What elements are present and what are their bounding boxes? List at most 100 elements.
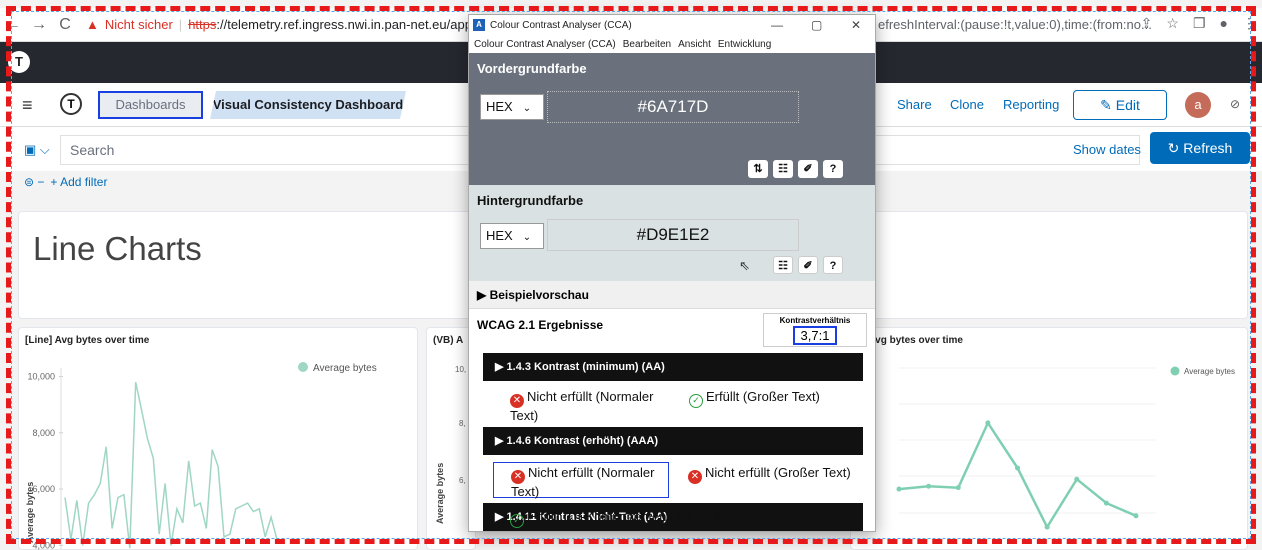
menu-dots-icon[interactable]: ⋮ — [1242, 15, 1256, 32]
bg-hex-input[interactable]: #D9E1E2 — [547, 219, 799, 251]
data-point — [985, 420, 991, 426]
url-tail[interactable]: efreshInterval:(pause:!t,value:0),time:(… — [878, 17, 1152, 32]
y-tick-label: 6,000 — [32, 484, 55, 494]
c1-large-result: ✓ Erfüllt (Großer Text) — [689, 389, 820, 408]
add-filter-label: + Add filter — [50, 175, 108, 189]
preview-toggle[interactable]: ▶ Beispielvorschau — [469, 281, 875, 309]
data-point — [1044, 524, 1050, 530]
warning-icon: ▲ — [86, 17, 99, 32]
edit-button[interactable]: ✎ Edit — [1073, 90, 1167, 120]
bg-eyedropper-icon[interactable]: ✐ — [798, 256, 818, 274]
data-point — [1103, 500, 1109, 506]
menu-app[interactable]: Colour Contrast Analyser (CCA) — [474, 39, 616, 50]
bg-format-select[interactable]: HEX ⌄ — [480, 223, 544, 249]
menu-ansicht[interactable]: Ansicht — [678, 39, 711, 50]
data-point — [1133, 513, 1139, 519]
cca-window: A Colour Contrast Analyser (CCA) — ▢ ✕ C… — [468, 14, 876, 532]
line-chart-panel-1[interactable]: [Line] Avg bytes over time 10,000 8,000 6,… — [18, 327, 418, 550]
c2-large-text: Nicht erfüllt (Großer Text) — [705, 465, 851, 480]
background-section: Hintergrundfarbe HEX ⌄ #D9E1E2 ☷ ✐ ? — [469, 185, 875, 281]
y-tick-label: 8,000 — [32, 428, 55, 438]
edit-label: Edit — [1115, 97, 1140, 113]
refresh-button[interactable]: ↻ Refresh — [1150, 132, 1250, 164]
fail-icon: ✕ — [688, 470, 702, 484]
criterion-1-4-3[interactable]: ▶ 1.4.3 Kontrast (minimum) (AA) — [483, 353, 863, 381]
share-link[interactable]: Share — [897, 97, 932, 112]
wcag-results: WCAG 2.1 Ergebnisse Kontrastverhältnis 3… — [469, 309, 875, 531]
legend-swatch — [298, 362, 308, 372]
c1-normal-text: Nicht erfüllt (Normaler Text) — [510, 389, 654, 423]
y-tick-label: 10,000 — [27, 371, 55, 381]
sidepanel-icon[interactable]: ❐ — [1193, 15, 1206, 32]
minimize-icon[interactable]: — — [771, 18, 783, 32]
forward-icon[interactable]: → — [26, 16, 52, 34]
kibana-logo-icon[interactable]: T — [8, 51, 30, 73]
fg-format-select[interactable]: HEX ⌄ — [480, 94, 544, 120]
contrast-ratio-label: Kontrastverhältnis — [779, 316, 851, 325]
c2-large-result: ✕ Nicht erfüllt (Großer Text) — [688, 465, 851, 484]
fg-format-value: HEX — [486, 99, 513, 114]
series-line-average-bytes — [64, 381, 278, 549]
chevron-down-icon: ⌄ — [522, 103, 532, 114]
help-icon[interactable]: ⊘ — [1230, 97, 1240, 111]
maximize-icon[interactable]: ▢ — [811, 18, 822, 32]
reload-icon[interactable]: C — [52, 16, 78, 34]
check-icon: ✓ — [510, 514, 524, 528]
hamburger-menu-icon[interactable]: ≡ — [22, 95, 33, 116]
share-page-icon[interactable]: ⇪ — [1141, 15, 1153, 32]
bookmark-star-icon[interactable]: ☆ — [1166, 15, 1179, 32]
bg-sliders-icon[interactable]: ☷ — [773, 256, 793, 274]
legend-label: Average bytes — [313, 363, 377, 374]
check-icon: ✓ — [689, 394, 703, 408]
refresh-label: Refresh — [1183, 140, 1233, 156]
c2-normal-text: Nicht erfüllt (Normaler Text) — [511, 465, 655, 499]
saved-query-icon[interactable]: ▣ ⌵ — [24, 142, 50, 158]
add-filter-link[interactable]: ⊜ − + Add filter — [24, 175, 107, 189]
menu-bearbeiten[interactable]: Bearbeiten — [623, 39, 671, 50]
swap-colors-icon[interactable]: ⇅ — [748, 160, 768, 178]
y-tick-label: 8, — [459, 419, 466, 428]
menu-entwicklung[interactable]: Entwicklung — [718, 39, 771, 50]
close-icon[interactable]: ✕ — [851, 18, 861, 32]
fg-sliders-icon[interactable]: ☷ — [773, 160, 793, 178]
url-separator: | — [178, 17, 183, 32]
mouse-cursor-icon: ⇖ — [739, 258, 750, 273]
data-point — [1074, 476, 1080, 482]
cca-menubar: Colour Contrast Analyser (CCA) Bearbeite… — [469, 35, 875, 53]
panel-title: (VB) A — [433, 335, 464, 346]
foreground-section: Vordergrundfarbe HEX ⌄ #6A717D ⇅ ☷ ✐ ? — [469, 53, 875, 185]
y-tick-label: 10, — [455, 365, 466, 374]
screenshot-stage: ← → C ▲ Nicht sicher | https ://telemetr… — [0, 0, 1262, 550]
bg-format-value: HEX — [486, 228, 513, 243]
profile-icon[interactable]: ● — [1220, 15, 1228, 32]
reporting-link[interactable]: Reporting — [1003, 97, 1059, 112]
foreground-title: Vordergrundfarbe — [477, 61, 587, 76]
fg-help-icon[interactable]: ? — [823, 160, 843, 178]
insecure-label[interactable]: Nicht sicher — [105, 17, 173, 32]
app-logo-icon[interactable]: T — [60, 93, 82, 115]
y-tick-label: 4,000 — [32, 540, 55, 550]
fg-eyedropper-icon[interactable]: ✐ — [798, 160, 818, 178]
cca-window-title: Colour Contrast Analyser (CCA) — [490, 19, 632, 31]
clone-link[interactable]: Clone — [950, 97, 984, 112]
url-scheme[interactable]: https — [188, 17, 216, 32]
data-point — [1015, 465, 1020, 471]
fail-icon: ✕ — [511, 470, 525, 484]
data-point — [896, 486, 902, 492]
bg-help-icon[interactable]: ? — [823, 256, 843, 274]
url-text[interactable]: ://telemetry.ref.ingress.nwi.in.pan-net.… — [216, 17, 472, 32]
cca-titlebar: A Colour Contrast Analyser (CCA) — ▢ ✕ — [469, 15, 875, 35]
panel-title: [Line] Avg bytes over time — [25, 335, 150, 346]
fg-hex-input[interactable]: #6A717D — [547, 91, 799, 123]
fail-icon: ✕ — [510, 394, 524, 408]
data-point — [926, 483, 932, 489]
show-dates-link[interactable]: Show dates — [1073, 142, 1141, 157]
back-icon[interactable]: ← — [0, 16, 26, 34]
breadcrumb-current-dashboard: Visual Consistency Dashboard — [210, 91, 406, 119]
criterion-1-4-6[interactable]: ▶ 1.4.6 Kontrast (erhöht) (AAA) — [483, 427, 863, 455]
line-chart-panel-3[interactable]: a) Avg bytes over time ,000,000,000,000,… — [850, 327, 1248, 550]
breadcrumb-dashboards[interactable]: Dashboards — [98, 91, 203, 119]
legend-label: Average bytes — [1184, 367, 1235, 376]
search-input[interactable]: Search — [70, 142, 114, 158]
user-avatar[interactable]: a — [1185, 92, 1211, 118]
